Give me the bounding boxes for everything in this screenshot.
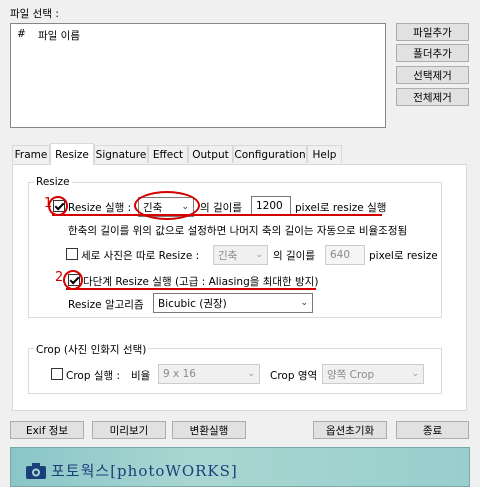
algorithm-select[interactable]: Bicubic (권장) ⌄ (153, 293, 313, 313)
chevron-down-icon: ⌄ (300, 298, 308, 308)
exit-button[interactable]: 종료 (396, 421, 469, 439)
file-list[interactable]: # 파일 이름 (10, 23, 386, 128)
camera-icon (26, 463, 46, 479)
chevron-down-icon: ⌄ (247, 369, 255, 379)
reset-options-button[interactable]: 옵션초기화 (313, 421, 387, 439)
crop-group-title: Crop (사진 인화지 선택) (34, 342, 149, 357)
multistep-resize-label: 다단계 Resize 실행 (고급 : Aliasing을 최대한 방지) (83, 276, 319, 288)
crop-area-select[interactable]: 양쪽 Crop ⌄ (322, 364, 424, 384)
app-banner: 포토웍스[photoWORKS] (10, 447, 470, 487)
crop-ratio-value: 9 x 16 (163, 368, 196, 380)
remove-all-button[interactable]: 전체제거 (396, 88, 469, 106)
tab-frame[interactable]: Frame (12, 145, 50, 163)
portrait-resize-checkbox[interactable] (66, 248, 78, 260)
portrait-axis-value: 긴축 (218, 249, 238, 262)
crop-ratio-select[interactable]: 9 x 16 ⌄ (158, 364, 260, 384)
tab-effect[interactable]: Effect (148, 145, 188, 163)
resize-group-title: Resize (34, 176, 72, 188)
portrait-length-input[interactable]: 640 (325, 245, 365, 265)
annotation-number-2: 2 (55, 270, 64, 285)
resize-length-input[interactable]: 1200 (251, 196, 291, 216)
portrait-suffix-text: pixel로 resize (369, 250, 438, 262)
crop-ratio-label: 비율 (131, 370, 151, 382)
column-header-number[interactable]: # (17, 28, 26, 40)
annotation-circle-checkbox-1 (48, 196, 68, 216)
preview-button[interactable]: 미리보기 (92, 421, 166, 439)
annotation-underline-2 (66, 288, 316, 290)
resize-suffix-text: pixel로 resize 실행 (295, 202, 387, 214)
chevron-down-icon: ⌄ (255, 250, 263, 260)
crop-area-label: Crop 영역 (270, 370, 318, 382)
tab-output[interactable]: Output (188, 145, 233, 163)
algorithm-label: Resize 알고리즘 (68, 299, 144, 311)
tab-configuration[interactable]: Configuration (233, 145, 307, 163)
crop-enable-checkbox[interactable] (51, 368, 63, 380)
resize-length-text: 의 길이를 (200, 202, 242, 214)
banner-title: 포토웍스[photoWORKS] (51, 462, 238, 480)
portrait-axis-select[interactable]: 긴축 ⌄ (213, 245, 268, 265)
crop-area-value: 양쪽 Crop (327, 368, 375, 381)
resize-note: 한축의 길이를 위의 값으로 설정하면 나머지 축의 길이는 자동으로 비율조정… (68, 225, 408, 237)
tab-signature[interactable]: Signature (94, 145, 148, 163)
annotation-circle-checkbox-2 (63, 270, 83, 290)
portrait-resize-label: 세로 사진은 따로 Resize : (81, 250, 200, 262)
crop-enable-label: Crop 실행 : (66, 370, 121, 382)
add-folder-button[interactable]: 폴더추가 (396, 44, 469, 62)
tab-resize[interactable]: Resize (50, 143, 94, 165)
exif-info-button[interactable]: Exif 정보 (10, 421, 84, 439)
column-header-filename[interactable]: 파일 이름 (38, 28, 80, 43)
tab-help[interactable]: Help (307, 145, 342, 163)
algorithm-value: Bicubic (권장) (158, 297, 227, 310)
convert-button[interactable]: 변환실행 (172, 421, 246, 439)
annotation-underline-1 (52, 214, 382, 216)
add-file-button[interactable]: 파일추가 (396, 23, 469, 41)
chevron-down-icon: ⌄ (411, 369, 419, 379)
portrait-length-text: 의 길이를 (273, 250, 315, 262)
file-select-label: 파일 선택 : (10, 8, 59, 20)
remove-selected-button[interactable]: 선택제거 (396, 66, 469, 84)
resize-enable-label: Resize 실행 : (68, 202, 132, 214)
